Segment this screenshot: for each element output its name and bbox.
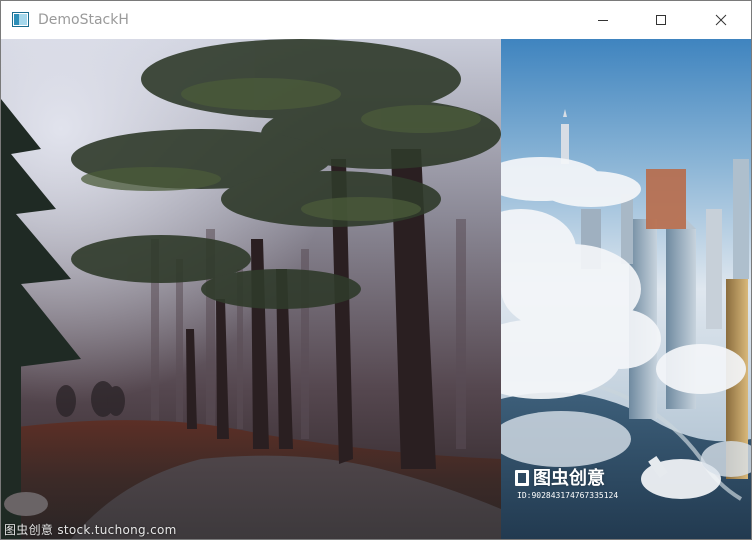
close-icon <box>715 14 727 26</box>
left-watermark: 图虫创意 stock.tuchong.com <box>4 523 177 537</box>
app-icon <box>12 12 29 27</box>
title-bar[interactable]: DemoStackH <box>1 1 751 39</box>
city-image-pane: 图虫创意 ID:902843174767335124 <box>501 39 751 539</box>
forest-photo <box>1 39 501 539</box>
app-window: DemoStackH 图虫创意 stock.tuchong.com 图虫创意 I… <box>0 0 752 540</box>
right-watermark-logo-text: 图虫创意 <box>533 468 605 489</box>
close-button[interactable] <box>692 1 750 39</box>
right-watermark-logo: 图虫创意 <box>515 464 605 490</box>
maximize-icon <box>656 15 666 25</box>
forest-image-pane: 图虫创意 stock.tuchong.com <box>1 39 501 539</box>
window-title: DemoStackH <box>38 12 129 28</box>
stack-h-container: 图虫创意 stock.tuchong.com 图虫创意 ID:902843174… <box>1 39 751 539</box>
maximize-button[interactable] <box>632 1 690 39</box>
minimize-icon <box>598 20 608 21</box>
minimize-button[interactable] <box>574 1 632 39</box>
right-watermark-id: ID:902843174767335124 <box>517 491 619 500</box>
tuchong-logo-icon <box>515 470 529 486</box>
